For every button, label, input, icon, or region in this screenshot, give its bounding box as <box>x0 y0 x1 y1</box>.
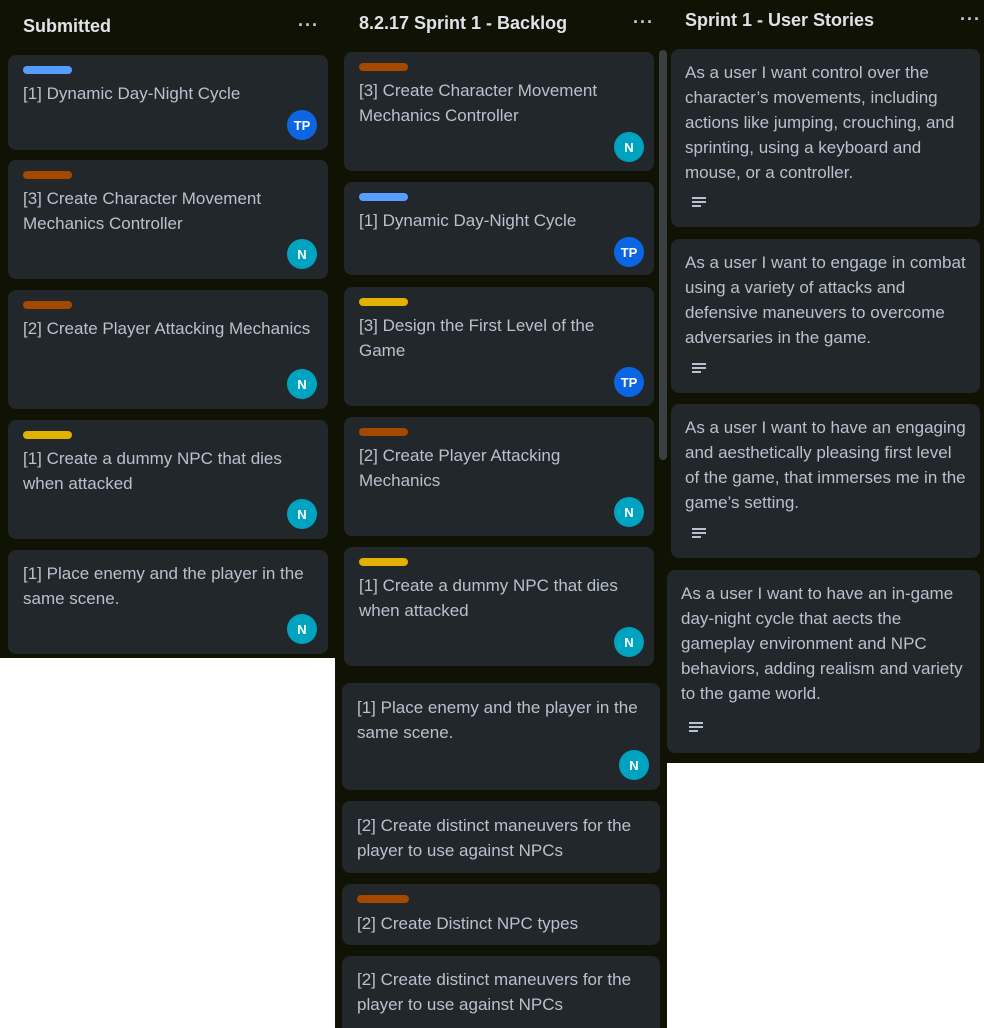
list-user-stories: Sprint 1 - User Stories ··· As a user I … <box>667 0 984 763</box>
card-title: [2] Create distinct maneuvers for the pl… <box>357 816 632 860</box>
avatar[interactable]: N <box>287 614 317 644</box>
card-title: [1] Create a dummy NPC that dies when at… <box>359 576 618 620</box>
card-title: [3] Create Character Movement Mechanics … <box>359 81 598 125</box>
card-label-yellow[interactable] <box>359 298 408 306</box>
card-label-yellow[interactable] <box>359 558 408 566</box>
list-menu-button[interactable]: ··· <box>298 16 319 34</box>
description-icon <box>692 528 706 540</box>
list-menu-button[interactable]: ··· <box>633 13 654 31</box>
card[interactable]: [3] Create Character Movement Mechanics … <box>344 52 654 171</box>
card-title: [1] Dynamic Day-Night Cycle <box>359 211 577 230</box>
avatar[interactable]: N <box>287 239 317 269</box>
card-title: [3] Design the First Level of the Game <box>359 316 595 360</box>
card-label-orange[interactable] <box>359 63 408 71</box>
list-menu-button[interactable]: ··· <box>960 10 981 28</box>
avatar[interactable]: TP <box>614 237 644 267</box>
card-title: As a user I want to have an in-game day-… <box>681 584 963 703</box>
description-icon <box>692 363 706 375</box>
avatar[interactable]: N <box>614 132 644 162</box>
description-icon <box>689 722 703 734</box>
card[interactable]: [2] Create Player Attacking Mechanics N <box>8 290 328 409</box>
card[interactable]: [2] Create Player Attacking Mechanics N <box>344 417 654 536</box>
card[interactable]: As a user I want control over the charac… <box>671 49 980 227</box>
list-header: Sprint 1 - User Stories ··· <box>667 0 984 40</box>
card-title: [3] Create Character Movement Mechanics … <box>23 189 262 233</box>
card-title: [1] Place enemy and the player in the sa… <box>357 698 638 742</box>
card-title: [1] Place enemy and the player in the sa… <box>23 564 304 608</box>
description-icon <box>692 197 706 209</box>
avatar[interactable]: N <box>614 497 644 527</box>
card[interactable]: [1] Create a dummy NPC that dies when at… <box>8 420 328 539</box>
list-header: 8.2.17 Sprint 1 - Backlog ··· <box>335 3 667 43</box>
list-header: Submitted ··· <box>0 6 335 46</box>
card[interactable]: [1] Dynamic Day-Night Cycle TP <box>8 55 328 150</box>
list-submitted: Submitted ··· [1] Dynamic Day-Night Cycl… <box>0 0 335 658</box>
card-title: [2] Create distinct maneuvers for the pl… <box>357 970 632 1014</box>
card-title: As a user I want control over the charac… <box>685 63 955 182</box>
card-label-orange[interactable] <box>359 428 408 436</box>
card-title: As a user I want to have an engaging and… <box>685 418 966 512</box>
card[interactable]: [1] Place enemy and the player in the sa… <box>342 683 660 790</box>
avatar[interactable]: N <box>619 750 649 780</box>
card-title: [1] Dynamic Day-Night Cycle <box>23 84 241 103</box>
backlog-scrollbar[interactable] <box>659 50 667 460</box>
card-label-blue[interactable] <box>359 193 408 201</box>
avatar[interactable]: N <box>287 499 317 529</box>
card[interactable]: [2] Create Distinct NPC types <box>342 884 660 945</box>
avatar[interactable]: TP <box>614 367 644 397</box>
card[interactable]: [3] Create Character Movement Mechanics … <box>8 160 328 279</box>
list-title[interactable]: Sprint 1 - User Stories <box>685 10 874 31</box>
card-title: [1] Create a dummy NPC that dies when at… <box>23 449 282 493</box>
card[interactable]: [1] Create a dummy NPC that dies when at… <box>344 547 654 666</box>
list-title[interactable]: 8.2.17 Sprint 1 - Backlog <box>359 13 567 34</box>
card-title: [2] Create Distinct NPC types <box>357 914 579 933</box>
list-backlog: 8.2.17 Sprint 1 - Backlog ··· [3] Create… <box>335 0 667 1028</box>
card[interactable]: [1] Place enemy and the player in the sa… <box>8 550 328 654</box>
card[interactable]: [2] Create distinct maneuvers for the pl… <box>342 956 660 1028</box>
avatar[interactable]: N <box>614 627 644 657</box>
card[interactable]: As a user I want to engage in combat usi… <box>671 239 980 393</box>
card[interactable]: [1] Dynamic Day-Night Cycle TP <box>344 182 654 275</box>
card[interactable]: As a user I want to have an engaging and… <box>671 404 980 558</box>
card[interactable]: [2] Create distinct maneuvers for the pl… <box>342 801 660 873</box>
card-title: [2] Create Player Attacking Mechanics <box>359 446 561 490</box>
avatar[interactable]: N <box>287 369 317 399</box>
card[interactable]: As a user I want to have an in-game day-… <box>667 570 980 753</box>
avatar[interactable]: TP <box>287 110 317 140</box>
card-title: As a user I want to engage in combat usi… <box>685 253 966 347</box>
card-label-yellow[interactable] <box>23 431 72 439</box>
card[interactable]: [3] Design the First Level of the Game T… <box>344 287 654 406</box>
card-label-blue[interactable] <box>23 66 72 74</box>
card-title: [2] Create Player Attacking Mechanics <box>23 319 311 338</box>
card-label-orange[interactable] <box>23 301 72 309</box>
card-label-orange[interactable] <box>357 895 409 903</box>
list-title[interactable]: Submitted <box>23 16 111 37</box>
card-label-orange[interactable] <box>23 171 72 179</box>
